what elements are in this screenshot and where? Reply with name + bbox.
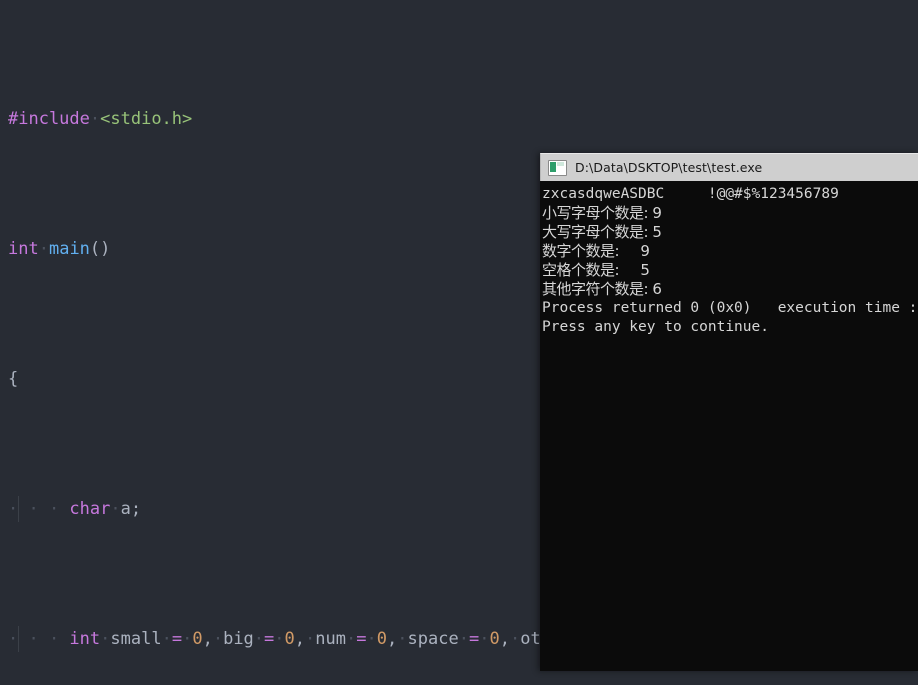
token-num-zero: 0 [192, 629, 203, 649]
console-output-line: 空格个数是: 5 [542, 261, 650, 279]
whitespace-dot: · [305, 629, 316, 649]
code-line[interactable]: #include·<stdio.h> [0, 106, 918, 132]
console-output-line: 其他字符个数是: 6 [542, 280, 662, 298]
token-var-a: a [120, 499, 131, 519]
token-op-assign: = [171, 629, 183, 649]
token-kw-int: int [8, 239, 39, 259]
token-paren: () [89, 239, 111, 259]
token-op-assign: = [356, 629, 367, 649]
console-window-title: D:\Data\DSKTOP\test\test.exe [575, 160, 763, 175]
whitespace-dot: · [100, 629, 111, 649]
token-comma: , [202, 629, 213, 649]
token-var-num: num [315, 629, 347, 649]
token-include-header: <stdio.h> [100, 109, 193, 129]
token-brace-open: { [8, 369, 19, 389]
console-output-line: 小写字母个数是: 9 [542, 204, 662, 222]
console-window-icon [548, 159, 567, 176]
whitespace-dot: · [212, 629, 224, 649]
token-var-space: space [407, 629, 459, 649]
whitespace-dot: · [397, 629, 408, 649]
token-op-assign: = [264, 629, 275, 649]
console-output-line: Process returned 0 (0x0) execution time … [542, 300, 918, 316]
token-var-big: big [223, 629, 254, 649]
token-kw-char: char [69, 499, 111, 519]
whitespace-dot: · [479, 629, 490, 649]
token-op-assign: = [468, 629, 480, 649]
whitespace-dot: · [38, 239, 49, 259]
token-var-small: small [110, 629, 162, 649]
console-output-line: Press any key to continue. [542, 319, 769, 335]
token-comma: , [499, 629, 510, 649]
token-semicolon: ; [130, 499, 142, 519]
whitespace-dot: · [346, 629, 357, 649]
token-include-directive: #include [8, 109, 90, 129]
token-num-zero: 0 [489, 629, 500, 649]
console-titlebar[interactable]: D:\Data\DSKTOP\test\test.exe [540, 153, 918, 181]
whitespace-dot: · [253, 629, 265, 649]
whitespace-dot: · [458, 629, 469, 649]
console-output-line: 数字个数是: 9 [542, 242, 650, 260]
token-num-zero: 0 [284, 629, 295, 649]
token-fn-main: main [48, 239, 90, 259]
whitespace-dot: · [509, 629, 521, 649]
token-kw-int: int [69, 629, 101, 649]
whitespace-dot: · [89, 109, 101, 129]
token-comma: , [294, 629, 306, 649]
whitespace-dot: · [110, 499, 121, 519]
token-comma: , [387, 629, 398, 649]
console-output-line: 大写字母个数是: 5 [542, 223, 662, 241]
whitespace-dot: · [182, 629, 193, 649]
whitespace-dot: · [161, 629, 172, 649]
token-num-zero: 0 [376, 629, 388, 649]
console-output-line: zxcasdqweASDBC !@@#$%123456789 [542, 186, 839, 202]
whitespace-dot: · [366, 629, 377, 649]
screen-root: #include·<stdio.h> int·main() { · · · ch… [0, 0, 918, 685]
whitespace-dot: · [274, 629, 285, 649]
console-window[interactable]: D:\Data\DSKTOP\test\test.exe zxcasdqweAS… [540, 153, 918, 671]
console-output[interactable]: zxcasdqweASDBC !@@#$%123456789 小写字母个数是: … [540, 181, 918, 671]
